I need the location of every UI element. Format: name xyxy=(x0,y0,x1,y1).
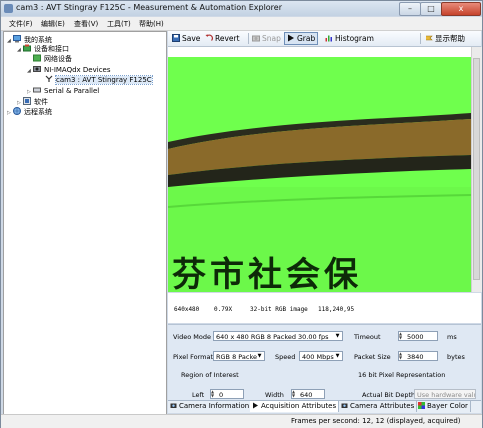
tree-node-remote-systems[interactable]: ▷ 远程系统 xyxy=(7,107,52,117)
image-zoom: 0.79X xyxy=(214,306,233,313)
tree-node-network-devices[interactable]: 网络设备 xyxy=(27,54,72,64)
computer-icon xyxy=(13,35,21,43)
width-spinner[interactable]: ▲ ▼ 640 xyxy=(291,389,325,399)
image-info-bar: 640x480 0.79X 32-bit RGB image 118,240,9… xyxy=(168,293,481,323)
serial-port-icon xyxy=(33,87,41,93)
devices-icon xyxy=(23,44,31,52)
software-icon xyxy=(23,97,31,105)
left-label: Left xyxy=(192,391,205,399)
camera-image[interactable]: 芬市社会保 xyxy=(168,57,471,292)
bit-representation-label: 16 bit Pixel Representation xyxy=(358,371,446,379)
tree-node-devices-interfaces[interactable]: ◢ 设备和接口 xyxy=(17,44,69,54)
tree-node-camera[interactable]: cam3 : AVT Stingray F125C xyxy=(45,75,153,85)
revert-button[interactable]: Revert xyxy=(205,33,240,44)
image-resolution: 640x480 xyxy=(174,306,200,313)
vertical-scrollbar[interactable] xyxy=(471,47,482,292)
timeout-unit: ms xyxy=(447,333,457,341)
actual-bit-depth-field[interactable]: Use hardware value xyxy=(414,389,476,399)
spinner-arrows-icon[interactable]: ▲ ▼ xyxy=(399,332,405,340)
tab-bayer-color[interactable]: Bayer Color xyxy=(416,401,471,412)
title-bar: cam3 : AVT Stingray F125C - Measurement … xyxy=(1,1,482,16)
network-icon xyxy=(33,54,41,62)
spinner-arrows-icon[interactable]: ▲ ▼ xyxy=(292,390,298,398)
camera-icon xyxy=(341,403,348,408)
video-mode-label: Video Mode xyxy=(173,333,211,341)
pixel-format-label: Pixel Format xyxy=(173,353,214,361)
play-icon xyxy=(288,34,294,42)
dropdown-arrow-icon: ▼ xyxy=(335,353,340,359)
spinner-arrows-icon[interactable]: ▲ ▼ xyxy=(211,390,217,398)
camera-icon xyxy=(170,403,177,408)
speed-select[interactable]: 400 Mbps ▼ xyxy=(299,351,343,361)
grab-button[interactable]: Grab xyxy=(284,32,319,45)
window-title: cam3 : AVT Stingray F125C - Measurement … xyxy=(16,3,283,12)
image-format: 32-bit RGB image xyxy=(250,306,308,313)
tree-node-software[interactable]: ▷ 软件 xyxy=(17,97,48,107)
pixel-value: 118,240,95 xyxy=(318,306,355,313)
image-viewer: 芬市社会保 xyxy=(168,47,482,292)
menu-help[interactable]: 帮助(H) xyxy=(139,19,164,29)
show-help-button[interactable]: 显示帮助 xyxy=(425,33,465,44)
image-text-overlay: 芬市社会保 xyxy=(172,255,362,292)
globe-icon xyxy=(13,107,21,115)
help-icon xyxy=(426,35,433,41)
acquisition-attributes-panel: Video Mode 640 x 480 RGB 8 Packed 30.00 … xyxy=(168,324,481,400)
dropdown-arrow-icon: ▼ xyxy=(257,353,262,359)
app-window: cam3 : AVT Stingray F125C - Measurement … xyxy=(0,0,483,428)
camera-icon xyxy=(252,35,260,42)
menu-bar: 文件(F) 编辑(E) 查看(V) 工具(T) 帮助(H) xyxy=(1,17,482,31)
speed-label: Speed xyxy=(275,353,296,361)
app-icon xyxy=(4,4,13,13)
tree-node-serial-parallel[interactable]: ▷ Serial & Parallel xyxy=(27,86,99,96)
frames-per-second-status: Frames per second: 12, 12 (displayed, ac… xyxy=(291,417,461,425)
tab-camera-information[interactable]: Camera Information xyxy=(168,401,253,412)
menu-tools[interactable]: 工具(T) xyxy=(107,19,131,29)
packet-size-spinner[interactable]: ▲ ▼ 3840 xyxy=(398,351,438,361)
histogram-button[interactable]: Histogram xyxy=(325,33,374,44)
toolbar-separator xyxy=(248,33,249,44)
maximize-button[interactable]: □ xyxy=(420,2,442,16)
camera-icon xyxy=(45,75,53,82)
save-icon xyxy=(172,34,180,42)
roi-label: Region of Interest xyxy=(181,371,239,379)
revert-icon xyxy=(205,34,213,41)
bayer-grid-icon xyxy=(418,402,425,409)
packet-size-unit: bytes xyxy=(447,353,465,361)
tab-camera-attributes[interactable]: Camera Attributes xyxy=(339,401,418,412)
width-label: Width xyxy=(265,391,284,399)
scrollbar-thumb[interactable] xyxy=(473,58,480,280)
configuration-tree: ◢ 我的系统 ◢ 设备和接口 网络设备 ◢ NI-IMAQdx Devices cam… xyxy=(3,31,167,417)
timeout-spinner[interactable]: ▲ ▼ 5000 xyxy=(398,331,438,341)
menu-file[interactable]: 文件(F) xyxy=(9,19,33,29)
pixel-format-select[interactable]: RGB 8 Packe ▼ xyxy=(213,351,265,361)
dropdown-arrow-icon: ▼ xyxy=(335,333,340,339)
spinner-arrows-icon[interactable]: ▲ ▼ xyxy=(399,352,405,360)
save-button[interactable]: Save xyxy=(172,33,200,44)
close-button[interactable]: x xyxy=(441,2,481,16)
status-bar: Frames per second: 12, 12 (displayed, ac… xyxy=(1,414,482,428)
toolbar: Save Revert Snap Grab Histogram 显示帮助 xyxy=(168,31,481,47)
tree-node-imaqdx[interactable]: ◢ NI-IMAQdx Devices xyxy=(27,65,111,75)
timeout-label: Timeout xyxy=(354,333,381,341)
snap-button[interactable]: Snap xyxy=(252,33,281,44)
menu-view[interactable]: 查看(V) xyxy=(74,19,98,29)
actual-bit-depth-label: Actual Bit Depth xyxy=(362,391,416,399)
play-icon xyxy=(253,402,258,409)
toolbar-separator xyxy=(420,33,421,44)
attribute-tabs: Camera Information Acquisition Attribute… xyxy=(168,400,481,413)
left-spinner[interactable]: ▲ ▼ 0 xyxy=(210,389,244,399)
tab-acquisition-attributes[interactable]: Acquisition Attributes xyxy=(250,401,340,412)
menu-edit[interactable]: 编辑(E) xyxy=(41,19,65,29)
minimize-button[interactable]: – xyxy=(399,2,421,16)
video-mode-select[interactable]: 640 x 480 RGB 8 Packed 30.00 fps ▼ xyxy=(213,331,343,341)
histogram-icon xyxy=(325,35,332,42)
packet-size-label: Packet Size xyxy=(354,353,391,361)
camera-folder-icon xyxy=(33,66,41,72)
